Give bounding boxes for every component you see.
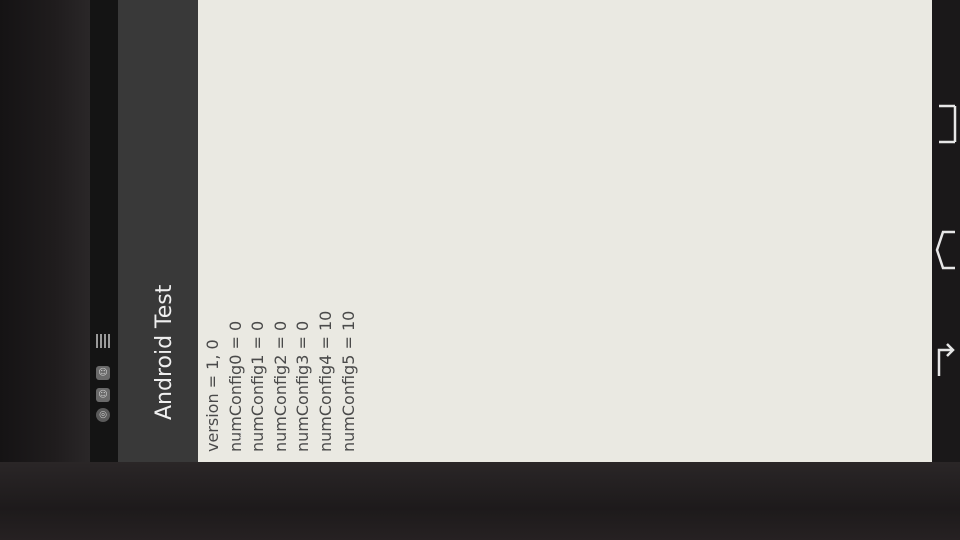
app-title: Android Test <box>152 284 177 420</box>
android-icon: ☺ <box>96 366 110 380</box>
home-icon[interactable] <box>932 228 960 277</box>
status-bar: ◎ ☺ ☺ <box>90 0 118 462</box>
notification-icon: ◎ <box>96 408 110 422</box>
overflow-menu-icon[interactable]: ⋮ <box>234 430 249 446</box>
device-bezel-bottom <box>0 462 960 540</box>
android-icon: ☺ <box>96 388 110 402</box>
device-screen: ◎ ☺ ☺ Android Test version = 1, 0 numCon… <box>90 0 932 462</box>
config-line-4: numConfig4 = 10 <box>315 310 335 452</box>
version-line: version = 1, 0 <box>203 339 222 452</box>
config-line-1: numConfig1 = 0 <box>248 320 268 452</box>
config-line-2: numConfig2 = 0 <box>270 320 290 452</box>
back-icon[interactable] <box>932 340 960 385</box>
config-line-3: numConfig3 = 0 <box>293 320 313 452</box>
action-bar: Android Test <box>118 0 198 462</box>
device-bezel-left <box>0 0 90 540</box>
config-output-text: version = 1, 0 numConfig0 = 0 numConfig1… <box>202 311 360 452</box>
signal-icon <box>96 334 110 348</box>
config-line-5: numConfig5 = 10 <box>338 310 358 452</box>
navigation-bar <box>932 0 960 540</box>
recents-icon[interactable] <box>932 100 960 153</box>
